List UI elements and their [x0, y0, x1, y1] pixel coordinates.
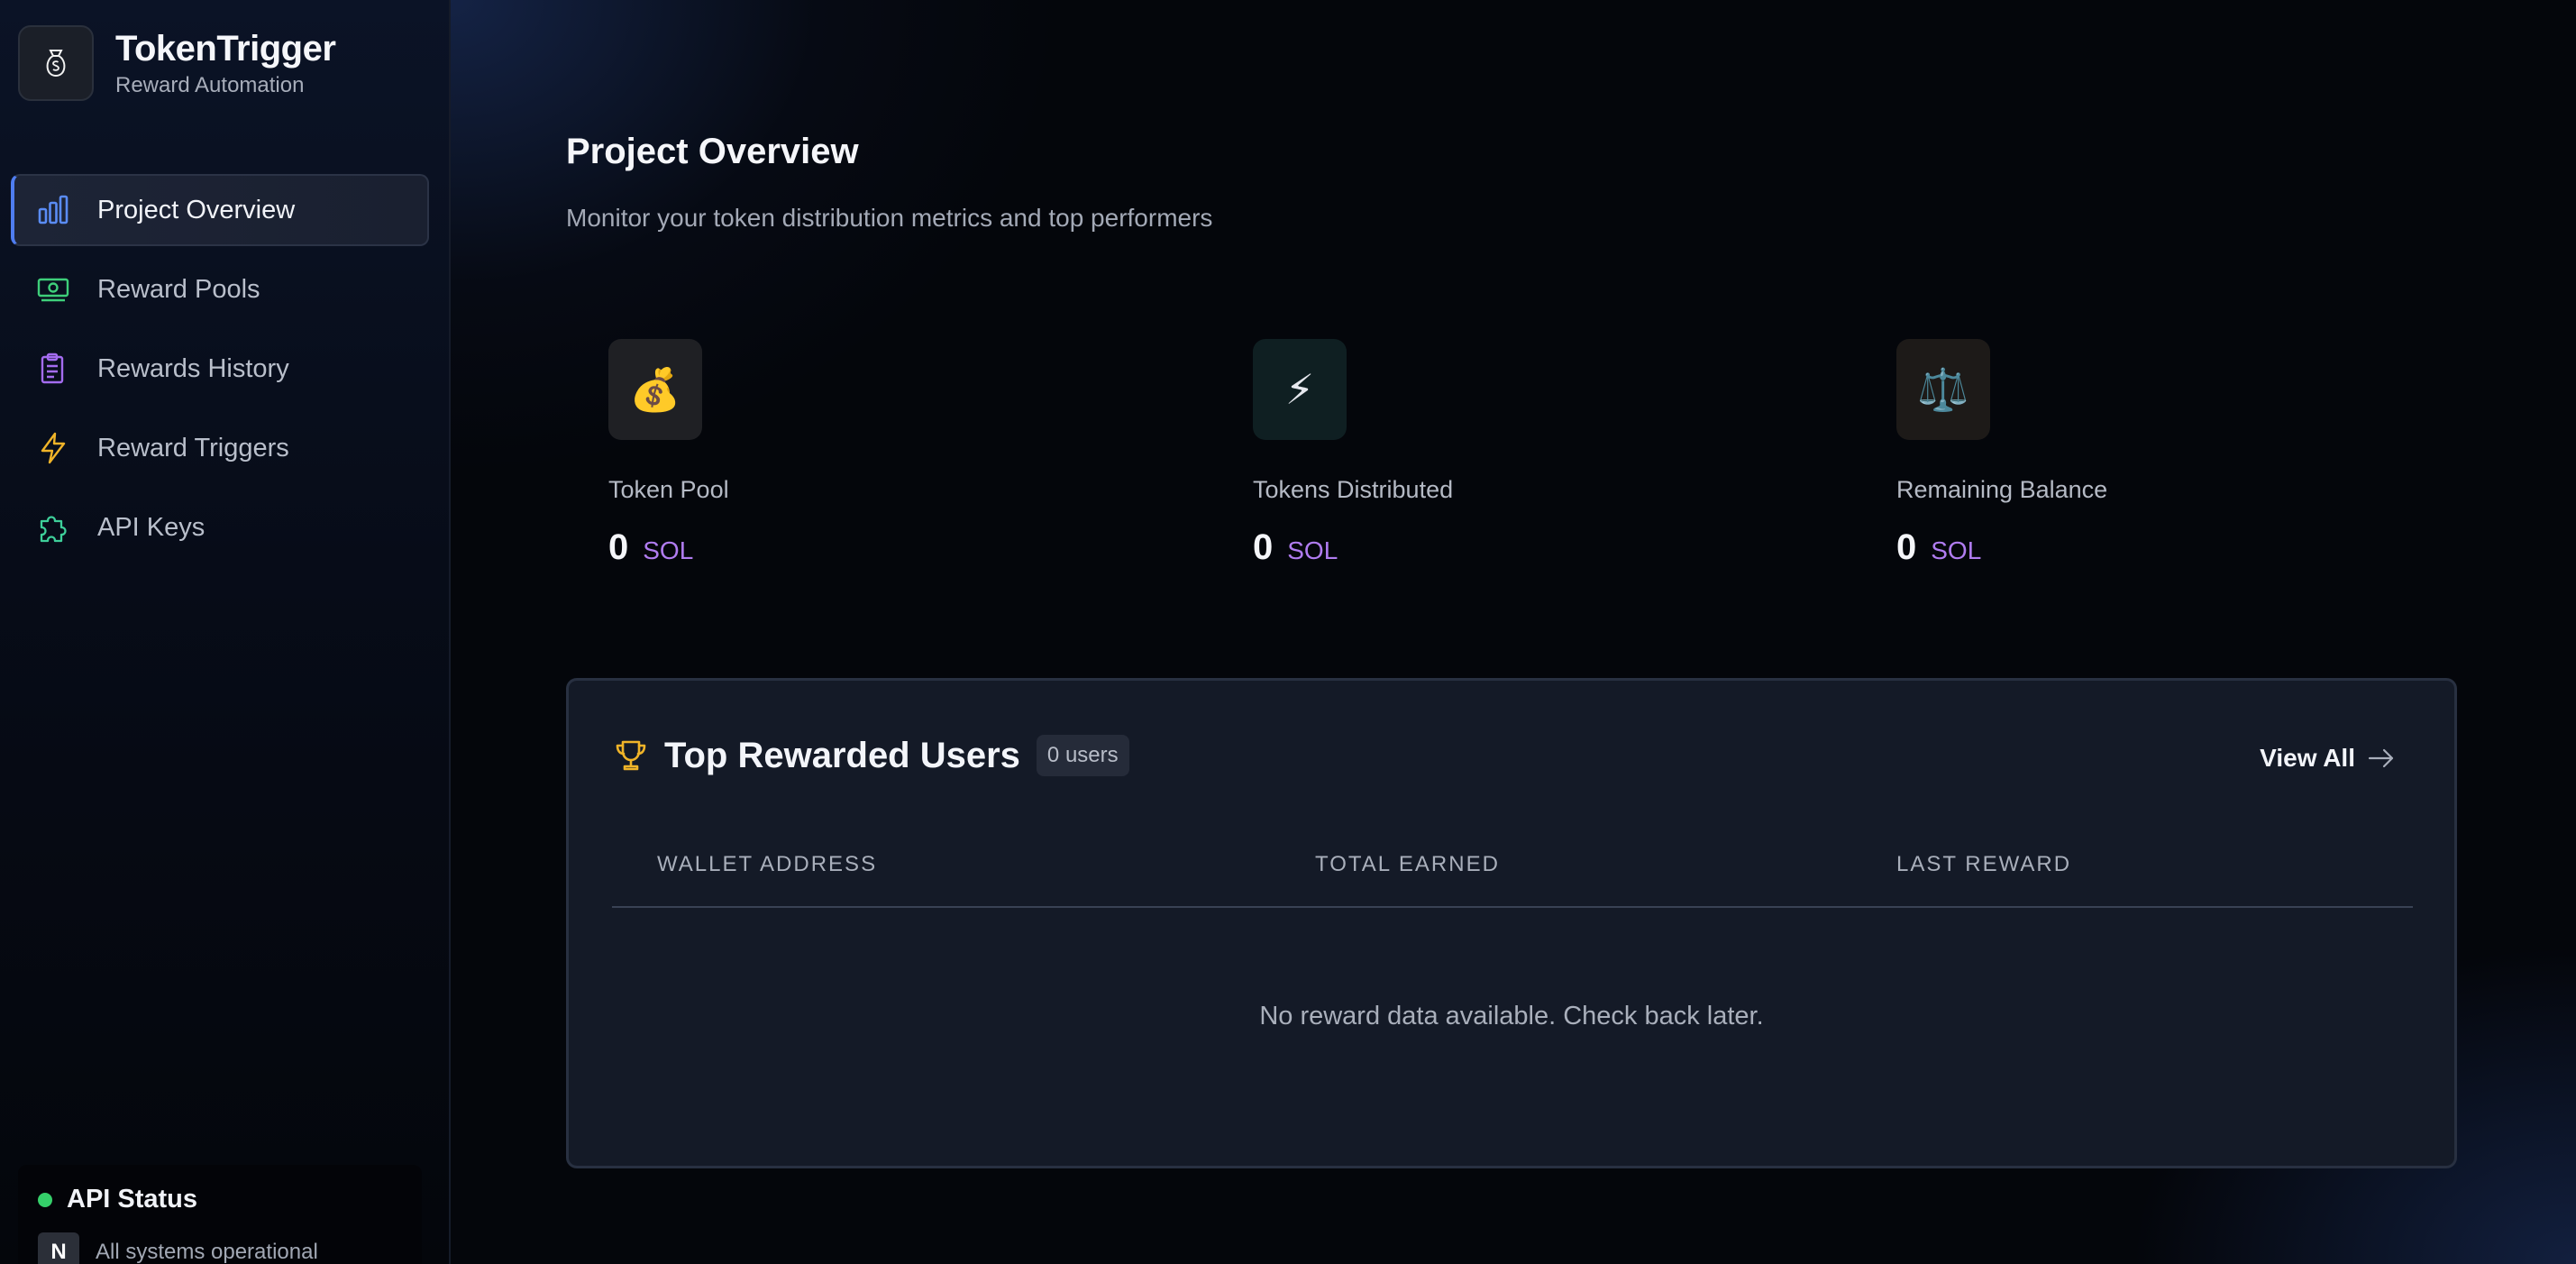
sidebar-item-label: Rewards History: [97, 353, 289, 383]
bar-chart-icon: [36, 193, 70, 227]
brand-subtitle: Reward Automation: [115, 73, 305, 97]
view-all-label: View All: [2260, 744, 2355, 772]
sidebar-item-label: Reward Triggers: [97, 433, 289, 463]
app: TokenTrigger Reward Automation Project O…: [0, 0, 2576, 1264]
sidebar: TokenTrigger Reward Automation Project O…: [0, 0, 451, 1264]
sidebar-item-rewards-history[interactable]: Rewards History: [11, 333, 429, 405]
scales-icon: ⚖️: [1896, 339, 1990, 440]
stat-card-tokens-distributed: ⚡ Tokens Distributed 0 SOL: [1253, 339, 1613, 568]
card-title: Top Rewarded Users: [664, 735, 1020, 775]
stat-label: Tokens Distributed: [1253, 476, 1454, 503]
sidebar-item-label: API Keys: [97, 512, 206, 542]
column-header-wallet-address[interactable]: WALLET ADDRESS: [657, 852, 877, 877]
clipboard-icon: [36, 352, 70, 386]
trophy-icon: [616, 740, 646, 771]
stat-unit: SOL: [1287, 536, 1338, 564]
sidebar-item-reward-triggers[interactable]: Reward Triggers: [11, 412, 429, 484]
api-status-panel: API Status N All systems operational: [18, 1165, 422, 1264]
brand-title: TokenTrigger: [115, 29, 336, 69]
main-content: Project Overview Monitor your token dist…: [451, 0, 2576, 1264]
stat-label: Token Pool: [608, 476, 729, 503]
view-all-link[interactable]: View All: [2260, 744, 2395, 773]
stat-value: 0: [1896, 527, 1917, 567]
banknote-icon: [36, 272, 70, 307]
column-header-last-reward[interactable]: LAST REWARD: [1896, 852, 2071, 877]
page-subtitle: Monitor your token distribution metrics …: [566, 204, 1213, 232]
arrow-right-icon: [2368, 748, 2394, 768]
api-status-title: API Status: [67, 1185, 198, 1214]
users-count-badge: 0 users: [1036, 735, 1129, 776]
stat-unit: SOL: [1931, 536, 1982, 564]
money-bag-icon: [18, 25, 94, 101]
sidebar-nav: Project Overview Reward Pools Rewards Hi…: [11, 174, 429, 571]
puzzle-icon: [36, 510, 70, 545]
lightning-icon: [36, 431, 70, 465]
sidebar-item-label: Reward Pools: [97, 274, 260, 304]
stat-value: 0: [608, 527, 629, 567]
page-title: Project Overview: [566, 132, 859, 171]
stat-value: 0: [1253, 527, 1274, 567]
api-status-text: All systems operational: [96, 1240, 318, 1264]
brand[interactable]: TokenTrigger Reward Automation: [18, 25, 336, 101]
empty-state-message: No reward data available. Check back lat…: [1259, 1002, 1764, 1030]
stat-unit: SOL: [643, 536, 694, 564]
sidebar-item-reward-pools[interactable]: Reward Pools: [11, 253, 429, 325]
top-rewarded-users-card: Top Rewarded Users 0 users View All WALL…: [566, 678, 2457, 1168]
table-header: WALLET ADDRESS TOTAL EARNED LAST REWARD: [612, 852, 2413, 908]
avatar[interactable]: N: [38, 1232, 79, 1264]
money-bag-icon: 💰: [608, 339, 702, 440]
sidebar-item-label: Project Overview: [97, 195, 296, 224]
stat-card-remaining-balance: ⚖️ Remaining Balance 0 SOL: [1896, 339, 2257, 568]
stat-card-token-pool: 💰 Token Pool 0 SOL: [608, 339, 969, 568]
stat-label: Remaining Balance: [1896, 476, 2108, 503]
lightning-icon: ⚡: [1253, 339, 1347, 440]
status-dot: [38, 1192, 52, 1207]
sidebar-item-project-overview[interactable]: Project Overview: [11, 174, 429, 246]
sidebar-item-api-keys[interactable]: API Keys: [11, 491, 429, 563]
column-header-total-earned[interactable]: TOTAL EARNED: [1315, 852, 1500, 877]
